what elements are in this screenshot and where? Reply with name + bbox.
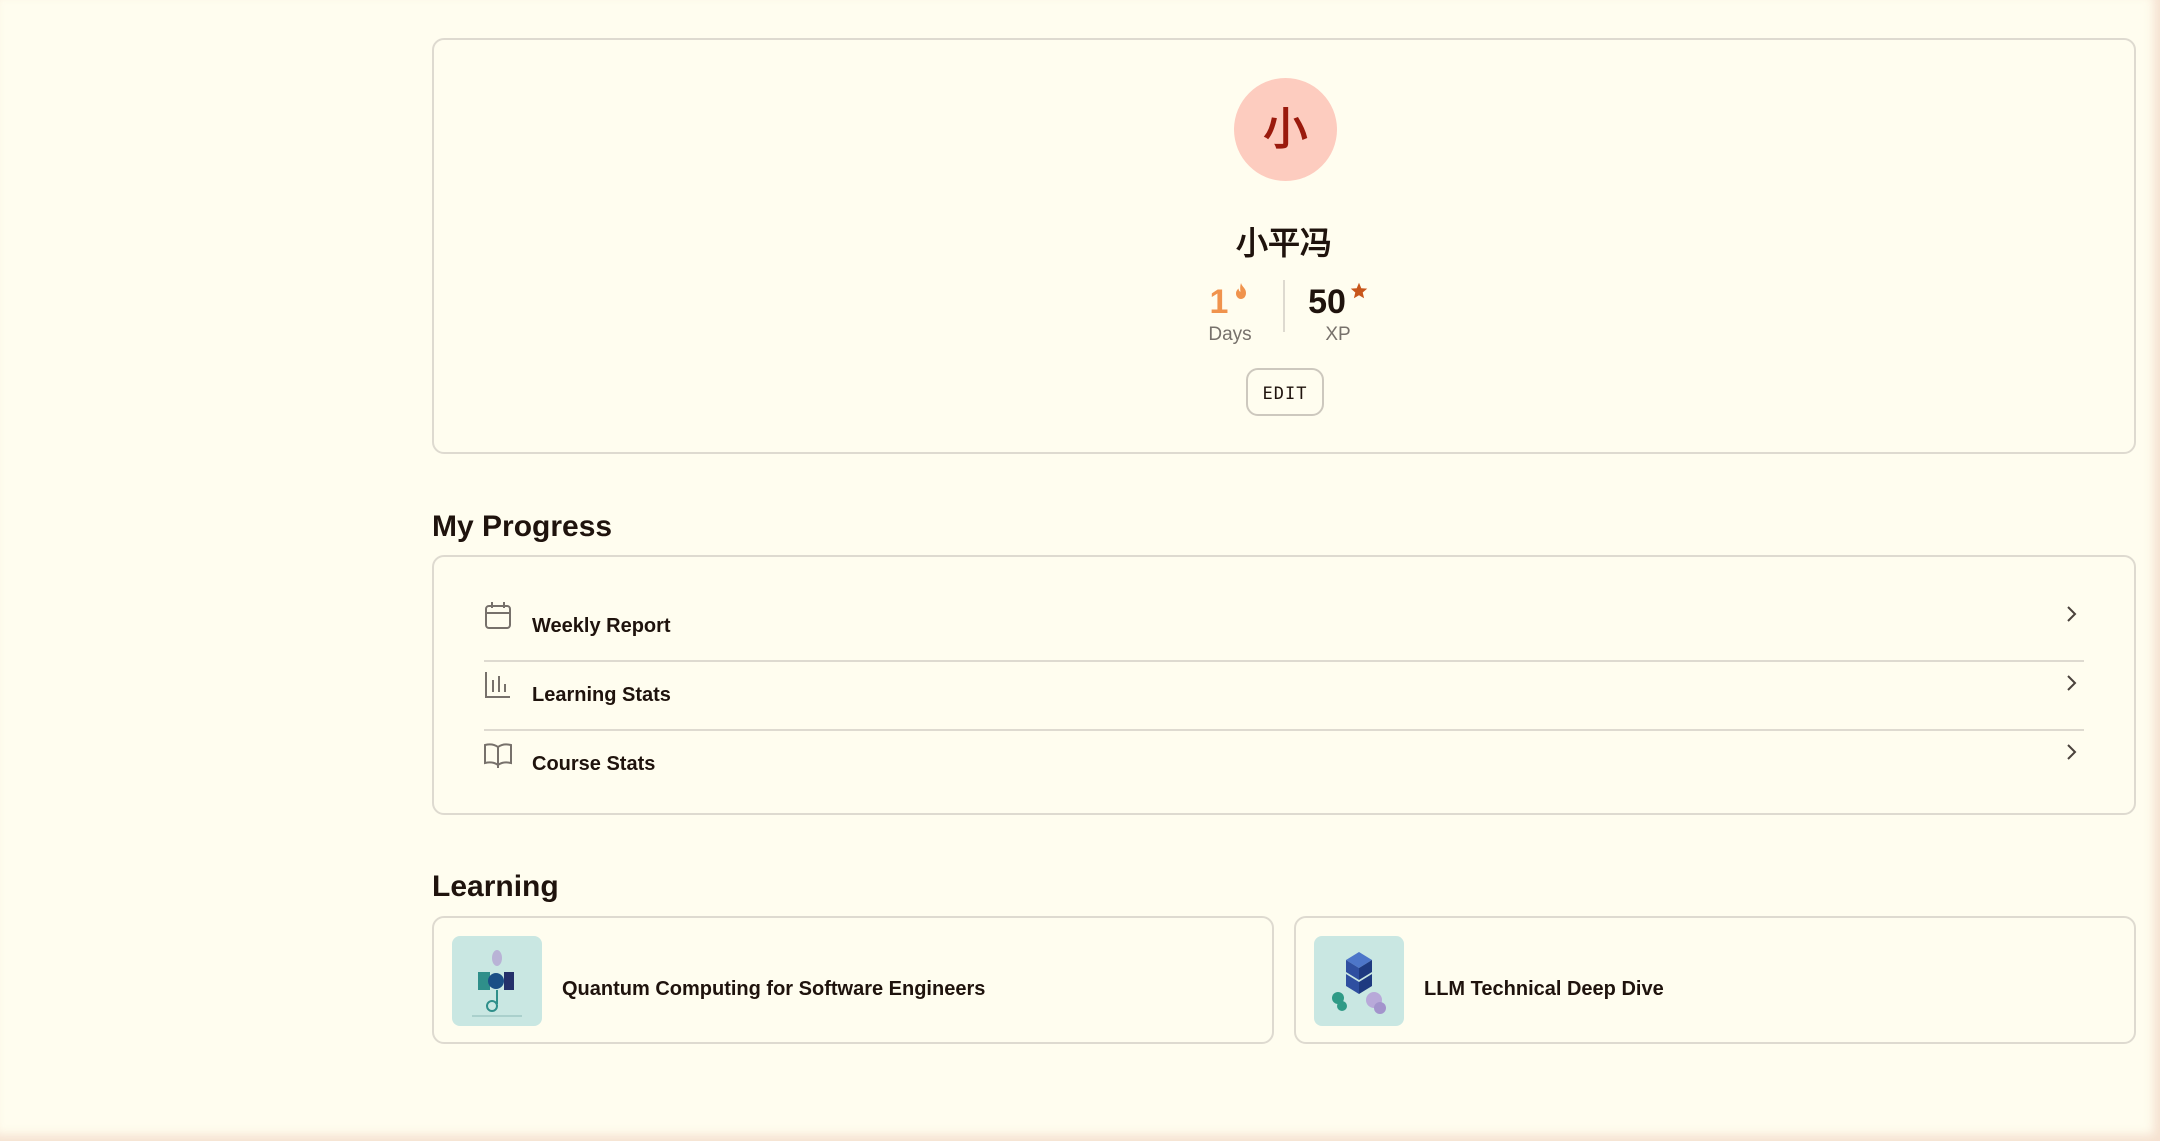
calendar-icon — [485, 602, 511, 629]
learning-stats-row[interactable]: Learning Stats — [484, 662, 2084, 731]
learning-stats-label: Learning Stats — [532, 684, 671, 706]
course-card[interactable]: Quantum Computing for Software Engineers — [432, 916, 1274, 1044]
chevron-right-icon — [2067, 744, 2077, 760]
chevron-right-icon — [2067, 606, 2077, 622]
streak-label: Days — [1208, 324, 1252, 345]
main-content: 小 小平冯 1 Days 50 XP EDIT My Progress Week… — [432, 38, 2136, 1044]
learning-heading: Learning — [432, 870, 559, 903]
streak-count: 1 — [1209, 283, 1229, 321]
quantum-illustration-icon — [472, 950, 522, 1017]
course-card[interactable]: LLM Technical Deep Dive — [1294, 916, 2136, 1044]
course-list: Quantum Computing for Software Engineers — [432, 916, 2136, 1044]
streak-stat: 1 Days — [1191, 276, 1269, 346]
course-thumbnail — [452, 936, 542, 1026]
profile-card: 小 小平冯 1 Days 50 XP EDIT — [432, 38, 2136, 454]
flame-icon — [1236, 283, 1247, 299]
stats-row: 1 Days 50 XP — [434, 276, 2134, 346]
chevron-right-icon — [2067, 675, 2077, 691]
course-stats-label: Course Stats — [532, 753, 656, 775]
xp-label: XP — [1325, 324, 1351, 345]
progress-card: Weekly Report Learning Stats Course Stat… — [432, 555, 2136, 815]
xp-count: 50 — [1308, 283, 1346, 321]
course-thumbnail — [1314, 936, 1404, 1026]
avatar[interactable]: 小 — [1234, 78, 1337, 181]
open-book-icon — [484, 743, 512, 768]
course-stats-row[interactable]: Course Stats — [484, 731, 2084, 800]
star-icon — [1350, 282, 1368, 299]
app-viewport: 小 小平冯 1 Days 50 XP EDIT My Progress Week… — [0, 0, 2160, 1141]
stats-divider — [1283, 280, 1285, 332]
llm-illustration-icon — [1332, 952, 1386, 1014]
bar-chart-icon — [485, 672, 510, 698]
edit-profile-button[interactable]: EDIT — [1246, 368, 1324, 416]
username: 小平冯 — [1235, 224, 1332, 262]
weekly-report-label: Weekly Report — [532, 615, 671, 637]
course-title: Quantum Computing for Software Engineers — [562, 978, 986, 1000]
course-title: LLM Technical Deep Dive — [1424, 978, 1664, 1000]
weekly-report-row[interactable]: Weekly Report — [484, 593, 2084, 662]
my-progress-heading: My Progress — [432, 510, 613, 543]
xp-stat: 50 XP — [1299, 276, 1377, 346]
